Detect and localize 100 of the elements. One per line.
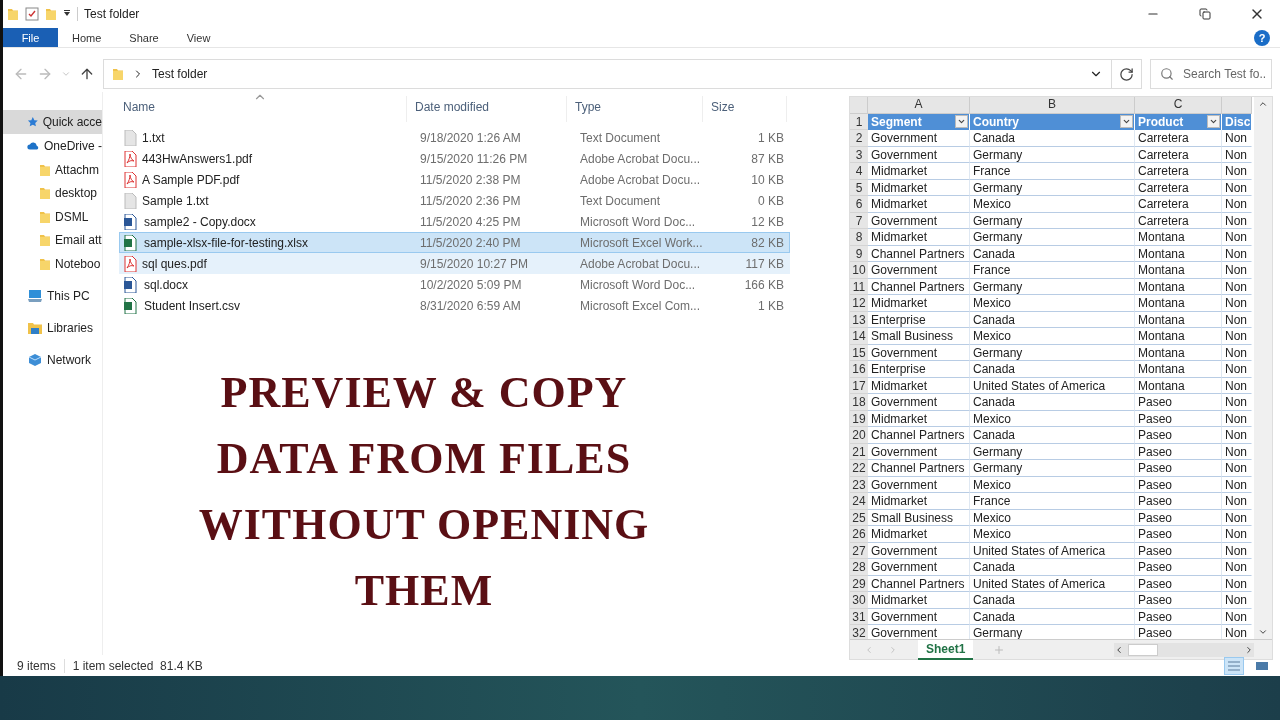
search-field[interactable]: Search Test fo... xyxy=(1150,59,1272,89)
file-date: 9/18/2020 1:26 AM xyxy=(419,130,522,145)
scroll-left-icon[interactable] xyxy=(1114,644,1124,655)
column-letter: C xyxy=(1135,97,1222,114)
file-date: 11/5/2020 2:40 PM xyxy=(419,235,522,250)
nav-item[interactable]: desktop xyxy=(3,181,102,205)
table-cell: Non xyxy=(1222,130,1252,147)
filter-button[interactable] xyxy=(955,115,968,129)
recent-locations-button[interactable] xyxy=(61,69,71,79)
table-cell: United States of America xyxy=(970,377,1135,394)
table-cell: Government xyxy=(868,608,970,625)
nav-item[interactable]: Network xyxy=(3,347,102,372)
nav-item[interactable]: Attachm xyxy=(3,158,102,182)
scroll-thumb[interactable] xyxy=(1128,643,1158,656)
horizontal-scrollbar[interactable] xyxy=(1114,642,1254,657)
pdf-file-icon xyxy=(124,150,137,167)
table-cell: Midmarket xyxy=(868,196,970,213)
sheet-tab[interactable]: Sheet1 xyxy=(918,639,974,660)
table-cell: Mexico xyxy=(970,509,1135,526)
help-button[interactable]: ? xyxy=(1254,30,1270,46)
table-cell: Non xyxy=(1222,460,1252,477)
table-cell: Germany xyxy=(970,443,1135,460)
table-cell: Non xyxy=(1222,592,1252,609)
file-row[interactable]: 1.txt 9/18/2020 1:26 AM Text Document 1 KB xyxy=(119,127,790,148)
table-cell: Government xyxy=(868,476,970,493)
file-row[interactable]: sql.docx 10/2/2020 5:09 PM Microsoft Word Doc... 166 KB xyxy=(119,274,790,295)
folder-icon xyxy=(39,162,51,177)
table-cell: Montana xyxy=(1135,361,1222,378)
thumbnail-icon xyxy=(1255,659,1269,672)
address-bar[interactable]: Test folder xyxy=(103,59,1112,89)
file-name: A Sample PDF.pdf xyxy=(142,172,240,187)
column-header[interactable]: Type xyxy=(567,96,703,122)
nav-item[interactable]: OneDrive - xyxy=(3,134,102,158)
filter-button[interactable] xyxy=(1120,115,1133,129)
file-row[interactable]: Student Insert.csv 8/31/2020 6:59 AM Microsoft Excel Com... 1 KB xyxy=(119,295,790,316)
filter-button[interactable] xyxy=(1207,115,1220,129)
file-type: Microsoft Excel Com... xyxy=(579,298,702,313)
file-row[interactable]: sample-xlsx-file-for-testing.xlsx 11/5/2020 2:40 PM Microsoft Excel Work... 82 KB xyxy=(119,232,790,253)
column-header[interactable]: Size xyxy=(703,96,787,122)
column-header[interactable]: Name xyxy=(115,96,407,122)
file-type: Microsoft Word Doc... xyxy=(579,277,697,292)
nav-item[interactable]: DSML xyxy=(3,205,102,229)
table-cell: Non xyxy=(1222,212,1252,229)
table-cell: Paseo xyxy=(1135,493,1222,510)
dropdown-icon[interactable] xyxy=(63,10,71,18)
row-number: 8 xyxy=(850,229,868,246)
table-cell: Germany xyxy=(970,179,1135,196)
nav-item[interactable]: Noteboo xyxy=(3,252,102,276)
table-cell: Non xyxy=(1222,542,1252,559)
file-row[interactable]: A Sample PDF.pdf 11/5/2020 2:38 PM Adobe Acrobat Docu... 10 KB xyxy=(119,169,790,190)
nav-item[interactable]: Quick acce xyxy=(3,110,102,134)
chevron-down-icon xyxy=(61,69,71,79)
forward-button[interactable] xyxy=(37,66,53,82)
file-size: 0 KB xyxy=(757,193,784,208)
table-cell: Non xyxy=(1222,509,1252,526)
file-size: 10 KB xyxy=(750,172,784,187)
scroll-down-icon[interactable] xyxy=(1258,627,1268,637)
ribbon-tab[interactable]: Share xyxy=(115,28,173,47)
nav-item[interactable]: Libraries xyxy=(3,315,102,340)
file-row[interactable]: 443HwAnswers1.pdf 9/15/2020 11:26 PM Adobe Acrobat Docu... 87 KB xyxy=(119,148,790,169)
refresh-button[interactable] xyxy=(1112,59,1142,89)
file-date: 11/5/2020 2:36 PM xyxy=(419,193,522,208)
star-icon xyxy=(27,115,39,129)
text-file-icon xyxy=(124,192,137,209)
properties-icon[interactable] xyxy=(25,7,39,21)
table-cell: Government xyxy=(868,344,970,361)
table-cell: Government xyxy=(868,394,970,411)
up-button[interactable] xyxy=(79,66,95,82)
ribbon-tab[interactable]: View xyxy=(172,28,225,47)
file-size: 166 KB xyxy=(743,277,784,292)
file-row[interactable]: Sample 1.txt 11/5/2020 2:36 PM Text Document 0 KB xyxy=(119,190,790,211)
address-path[interactable]: Test folder xyxy=(152,67,1081,81)
file-type: Adobe Acrobat Docu... xyxy=(579,256,702,271)
table-cell: Non xyxy=(1222,559,1252,576)
file-date: 8/31/2020 6:59 AM xyxy=(419,298,522,313)
back-button[interactable] xyxy=(13,66,29,82)
scroll-right-icon[interactable] xyxy=(1244,644,1254,655)
window-title: Test folder xyxy=(77,7,140,21)
ribbon-tab[interactable]: Home xyxy=(58,28,116,47)
folder-icon xyxy=(7,7,19,21)
ribbon-tab[interactable]: File xyxy=(3,28,58,47)
nav-item[interactable]: This PC xyxy=(3,283,102,308)
table-cell: Mexico xyxy=(970,476,1135,493)
table-cell: Enterprise xyxy=(868,311,970,328)
nav-item[interactable]: Email att xyxy=(3,228,102,252)
table-cell: Non xyxy=(1222,311,1252,328)
file-name: Student Insert.csv xyxy=(144,298,241,313)
refresh-icon xyxy=(1119,66,1134,82)
row-number: 32 xyxy=(850,625,868,639)
file-row[interactable]: sample2 - Copy.docx 11/5/2020 4:25 PM Microsoft Word Doc... 12 KB xyxy=(119,211,790,232)
table-cell: Non xyxy=(1222,196,1252,213)
word-file-icon xyxy=(124,276,139,293)
table-cell: Non xyxy=(1222,476,1252,493)
row-number: 20 xyxy=(850,427,868,444)
table-cell: Enterprise xyxy=(868,361,970,378)
file-row[interactable]: sql ques.pdf 9/15/2020 10:27 PM Adobe Acrobat Docu... 117 KB xyxy=(119,253,790,274)
file-date: 9/15/2020 10:27 PM xyxy=(419,256,530,271)
table-cell: Carretera xyxy=(1135,196,1222,213)
column-header[interactable]: Date modified xyxy=(407,96,567,122)
scroll-up-icon[interactable] xyxy=(1258,99,1268,109)
